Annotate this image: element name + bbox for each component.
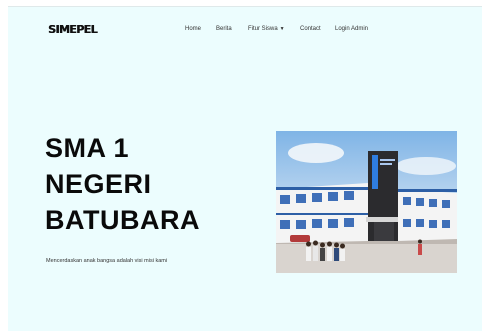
school-building-photo xyxy=(276,131,457,273)
landing-page: SIMEPEL Home Berita Fitur Siswa ▼ Contact… xyxy=(8,6,482,331)
nav-login-admin-link[interactable]: Login Admin xyxy=(335,26,368,32)
school-building-illustration xyxy=(276,131,457,273)
cloud xyxy=(288,143,344,163)
car xyxy=(290,235,310,242)
right-wing xyxy=(398,189,457,241)
courtyard xyxy=(276,243,457,273)
hero-title-line: SMA 1 xyxy=(45,133,130,163)
chevron-down-icon: ▼ xyxy=(279,26,285,32)
navbar: SIMEPEL Home Berita Fitur Siswa ▼ Contact… xyxy=(8,7,482,51)
roof-trim xyxy=(276,187,368,190)
tower-sign xyxy=(380,163,392,165)
nav-contact-link[interactable]: Contact xyxy=(300,26,321,32)
hero-title-line: NEGERI xyxy=(45,169,152,199)
cloud xyxy=(396,157,456,175)
nav-berita-link[interactable]: Berita xyxy=(216,26,232,32)
tower-stripe xyxy=(372,155,378,189)
hero-title-line: BATUBARA xyxy=(45,205,200,235)
tower-sign xyxy=(380,159,395,161)
nav-fitur-siswa-dropdown[interactable]: Fitur Siswa ▼ xyxy=(248,26,285,32)
entrance-canopy xyxy=(366,217,402,222)
entrance-door xyxy=(374,222,394,241)
nav-home-link[interactable]: Home xyxy=(185,26,201,32)
floor-trim xyxy=(276,213,368,215)
nav-fitur-siswa-label: Fitur Siswa xyxy=(248,26,278,32)
roof-trim xyxy=(398,189,457,192)
hero-tagline: Mencerdaskan anak bangsa adalah visi mis… xyxy=(46,258,168,264)
hero-title: SMA 1 NEGERI BATUBARA xyxy=(45,130,215,238)
nav-links: Home Berita Fitur Siswa ▼ Contact Login A… xyxy=(8,26,482,36)
